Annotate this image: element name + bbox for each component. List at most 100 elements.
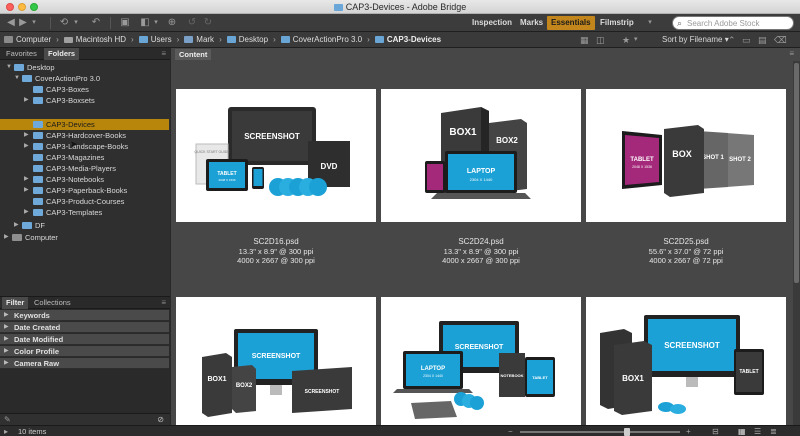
thumbnail-image[interactable]: SCREENSHOT QUICK START GUIDE DVD TABLET …	[176, 89, 376, 222]
tree-node-desktop[interactable]: ▼ Desktop	[0, 62, 170, 73]
workspace-filmstrip[interactable]: Filmstrip	[596, 16, 638, 30]
sort-by-filename-dropdown[interactable]: Sort by Filename ▾	[662, 35, 729, 44]
crumb-macintosh-hd[interactable]: Macintosh HD	[63, 35, 126, 44]
tree-node-cap3-boxes[interactable]: CAP3-Boxes	[0, 84, 170, 95]
sort-direction-icon[interactable]: ⌃	[728, 35, 736, 46]
search-field[interactable]: ⌕	[672, 16, 794, 30]
filter-color-profile[interactable]: ▶ Color Profile	[0, 346, 169, 357]
crumb-mark[interactable]: Mark	[184, 35, 214, 44]
disclosure-triangle-icon[interactable]: ▶	[24, 130, 29, 141]
tree-node-cap3-templates[interactable]: ▶ CAP3-Templates	[0, 207, 170, 218]
lock-icon[interactable]: ⊟	[712, 427, 719, 436]
crumb-desktop[interactable]: Desktop	[226, 35, 268, 44]
filter-date-created[interactable]: ▶ Date Created	[0, 322, 169, 333]
back-arrow-icon[interactable]: ◀	[6, 17, 16, 29]
camera-icon[interactable]: ▣	[118, 17, 132, 29]
return-to-photoshop-icon[interactable]: ↶	[90, 17, 102, 29]
thumbnail-image[interactable]: SCREENSHOT BOX1 TABLET	[586, 297, 786, 425]
workspace-marks[interactable]: Marks	[516, 16, 547, 30]
list-view-icon[interactable]: ≣	[770, 427, 777, 436]
tree-node-cap3-magazines[interactable]: CAP3-Magazines	[0, 152, 170, 163]
view-options-icon[interactable]: ▦	[580, 35, 589, 46]
disclosure-triangle-icon[interactable]: ▶	[4, 232, 9, 243]
folder-icon	[14, 64, 24, 71]
tree-node-label: CAP3-Boxsets	[46, 96, 95, 105]
open-recent-folder-icon[interactable]: ▭	[742, 35, 751, 46]
tree-node-coveractionpro[interactable]: ▼ CoverActionPro 3.0	[0, 73, 170, 84]
rotate-left-icon[interactable]: ↺	[186, 17, 198, 29]
forward-arrow-icon[interactable]: ▶	[18, 17, 28, 29]
panel-menu-icon[interactable]: ≡	[161, 48, 166, 60]
folder-icon	[22, 222, 32, 229]
disclosure-triangle-icon[interactable]: ▶	[24, 207, 29, 218]
get-photos-icon[interactable]: ⊕	[166, 17, 178, 29]
search-input[interactable]	[687, 18, 791, 29]
new-folder-icon[interactable]: ▤	[758, 35, 767, 46]
tree-node-cap3-landscape-books[interactable]: ▶ CAP3-Landscape-Books	[0, 141, 170, 152]
thumbnail-card[interactable]: SCREENSHOT LAPTOP 2304 X 1440 NOTEBOOK T…	[381, 297, 581, 425]
tree-node-cap3-devices[interactable]: CAP3-Devices	[0, 119, 170, 130]
crumb-cap3-devices[interactable]: CAP3-Devices	[374, 35, 442, 44]
workspace-menu-chevron-icon[interactable]: ▾	[645, 17, 655, 29]
disclosure-triangle-icon[interactable]: ▼	[6, 62, 12, 73]
content-scrollbar[interactable]	[793, 61, 800, 425]
disclosure-triangle-icon[interactable]: ▶	[24, 174, 29, 185]
details-view-icon[interactable]: ☰	[754, 427, 761, 436]
chevron-down-icon[interactable]: ▾	[152, 17, 160, 29]
disclosure-triangle-icon[interactable]: ▼	[14, 73, 20, 84]
zoom-out-icon[interactable]: −	[508, 427, 513, 436]
slider-knob[interactable]	[624, 428, 630, 436]
tab-collections[interactable]: Collections	[30, 297, 75, 309]
tab-favorites[interactable]: Favorites	[2, 48, 41, 60]
chevron-down-icon[interactable]: ▾	[72, 17, 80, 29]
refine-icon[interactable]: ◧	[138, 17, 152, 29]
thumbnail-image[interactable]: SCREENSHOT BOX1 BOX2 SCREENSHOT	[176, 297, 376, 425]
disclosure-triangle-icon[interactable]: ▶	[14, 220, 19, 231]
thumbnail-card[interactable]: SCREENSHOT BOX1 BOX2 SCREENSHOT	[176, 297, 376, 425]
star-rating-filter-icon[interactable]: ★	[622, 35, 630, 46]
tab-filter[interactable]: Filter	[2, 297, 29, 309]
rotate-right-icon[interactable]: ↻	[202, 17, 214, 29]
recent-files-icon[interactable]: ⟲	[58, 17, 70, 29]
crumb-label: CAP3-Devices	[386, 35, 442, 44]
disclosure-triangle-icon[interactable]: ▶	[24, 185, 29, 196]
tree-node-df[interactable]: ▶ DF	[0, 220, 170, 231]
thumbnail-size-slider[interactable]	[520, 428, 680, 436]
tree-node-cap3-notebooks[interactable]: ▶ CAP3-Notebooks	[0, 174, 170, 185]
tree-node-cap3-media-players[interactable]: CAP3-Media-Players	[0, 163, 170, 174]
scrollbar-thumb[interactable]	[794, 63, 799, 283]
disclosure-triangle-icon[interactable]: ▶	[24, 95, 29, 106]
crumb-coveractionpro[interactable]: CoverActionPro 3.0	[280, 35, 362, 44]
chevron-down-icon[interactable]: ▾	[634, 35, 638, 43]
zoom-in-icon[interactable]: +	[686, 427, 691, 436]
thumbnail-quality-icon[interactable]: ◫	[596, 35, 605, 46]
crumb-users[interactable]: Users	[138, 35, 172, 44]
panel-menu-icon[interactable]: ≡	[161, 297, 166, 309]
tree-node-cap3-boxsets[interactable]: ▶ CAP3-Boxsets	[0, 95, 170, 106]
clear-filter-icon[interactable]: ⊘	[157, 415, 164, 424]
thumbnail-image[interactable]: SCREENSHOT LAPTOP 2304 X 1440 NOTEBOOK T…	[381, 297, 581, 425]
delete-icon[interactable]: ⌫	[774, 35, 787, 46]
grid-view-icon[interactable]: ▦	[738, 427, 746, 436]
app-toolbar: ◀ ▶ ▾ ⟲ ▾ ↶ ▣ ◧ ▾ ⊕ ↺ ↻ Inspection Marks…	[0, 14, 800, 32]
workspace-essentials[interactable]: Essentials	[547, 16, 595, 30]
pin-icon[interactable]: ✎	[4, 415, 11, 424]
thumbnail-card[interactable]: SCREENSHOT BOX1 TABLET	[586, 297, 786, 425]
thumbnail-image[interactable]: BOX1 BOX2 LAPTOP 2304 X 1440	[381, 89, 581, 222]
filter-keywords[interactable]: ▶ Keywords	[0, 310, 169, 321]
tree-node-computer[interactable]: ▶ Computer	[0, 232, 170, 243]
filter-date-modified[interactable]: ▶ Date Modified	[0, 334, 169, 345]
panel-menu-icon[interactable]: ≡	[789, 48, 794, 60]
workspace-inspection[interactable]: Inspection	[468, 16, 516, 30]
chevron-right-icon: ›	[273, 35, 276, 44]
filter-camera-raw[interactable]: ▶ Camera Raw	[0, 358, 169, 369]
tab-folders[interactable]: Folders	[44, 48, 80, 60]
chevron-down-icon[interactable]: ▾	[30, 17, 38, 29]
tree-node-cap3-product-courses[interactable]: CAP3-Product-Courses	[0, 196, 170, 207]
thumbnail-image[interactable]: SHOT 2 SHOT 1 BOX TABLET 2048 X 1536	[586, 89, 786, 222]
tree-node-cap3-paperback-books[interactable]: ▶ CAP3-Paperback-Books	[0, 185, 170, 196]
crumb-computer[interactable]: Computer	[4, 35, 51, 44]
disclosure-triangle-icon[interactable]: ▶	[24, 141, 29, 152]
tree-node-cap3-hardcover-books[interactable]: ▶ CAP3-Hardcover-Books	[0, 130, 170, 141]
tab-content[interactable]: Content	[175, 49, 212, 60]
